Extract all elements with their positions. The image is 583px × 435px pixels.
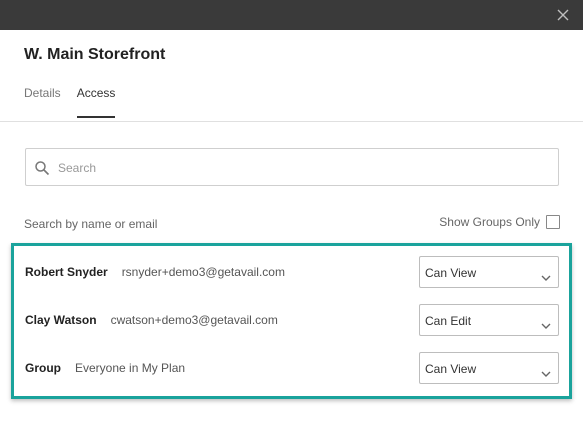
search-icon xyxy=(34,160,50,176)
search-box xyxy=(25,148,559,186)
tab-details[interactable]: Details xyxy=(24,86,61,118)
access-row: Robert Snyder rsnyder+demo3@getavail.com… xyxy=(25,256,559,288)
access-row-name: Clay Watson xyxy=(25,313,97,327)
dialog-title: W. Main Storefront xyxy=(24,46,166,63)
access-row-detail: rsnyder+demo3@getavail.com xyxy=(121,265,285,279)
search-input[interactable] xyxy=(58,157,548,179)
access-row-detail: cwatson+demo3@getavail.com xyxy=(110,313,278,327)
permission-select[interactable]: Can View xyxy=(419,256,559,288)
access-row-name: Robert Snyder xyxy=(25,265,108,279)
access-list: Robert Snyder rsnyder+demo3@getavail.com… xyxy=(11,243,572,399)
access-row: Clay Watson cwatson+demo3@getavail.com C… xyxy=(25,304,559,336)
permission-value: Can View xyxy=(425,266,477,280)
access-row-name: Group xyxy=(25,361,61,375)
permission-value: Can View xyxy=(425,362,477,376)
show-groups-toggle[interactable]: Show Groups Only xyxy=(439,215,560,229)
chevron-down-icon xyxy=(541,317,551,329)
close-icon[interactable] xyxy=(555,7,571,23)
permission-select[interactable]: Can View xyxy=(419,352,559,384)
chevron-down-icon xyxy=(541,269,551,281)
tab-access[interactable]: Access xyxy=(76,86,116,118)
tabs-divider xyxy=(0,121,583,122)
chevron-down-icon xyxy=(541,365,551,377)
dialog-topbar xyxy=(0,0,583,30)
permission-value: Can Edit xyxy=(425,314,472,328)
show-groups-checkbox[interactable] xyxy=(546,215,560,229)
show-groups-label: Show Groups Only xyxy=(439,215,540,229)
access-row: Group Everyone in My Plan Can View xyxy=(25,352,559,384)
access-row-detail: Everyone in My Plan xyxy=(75,361,186,375)
permission-select[interactable]: Can Edit xyxy=(419,304,559,336)
search-hint: Search by name or email xyxy=(24,217,158,231)
tab-bar: Details Access xyxy=(24,86,116,118)
